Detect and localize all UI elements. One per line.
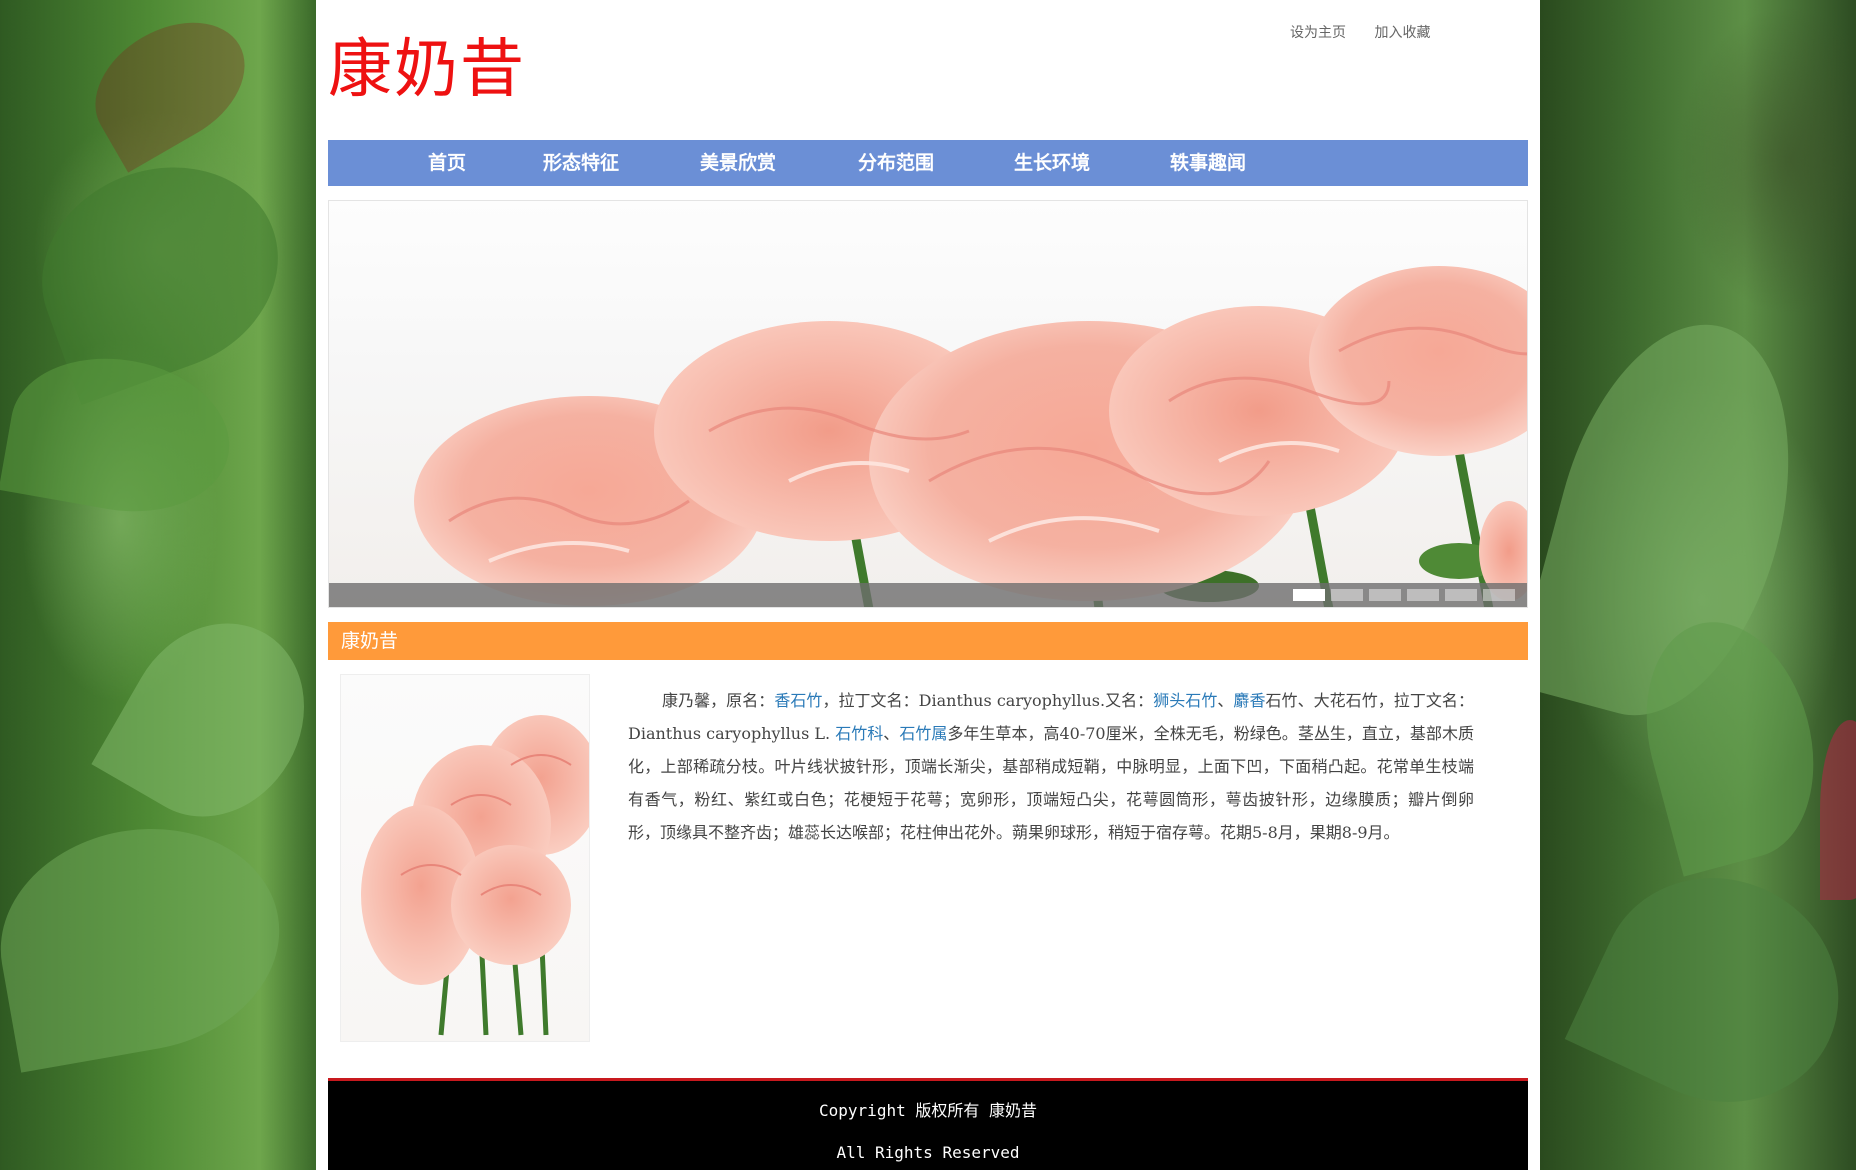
footer: Copyright 版权所有 康奶昔 All Rights Reserved	[328, 1078, 1528, 1170]
add-favorite-link[interactable]: 加入收藏	[1374, 25, 1430, 41]
nav-item-anecdotes[interactable]: 轶事趣闻	[1170, 140, 1246, 186]
nav-item-morphology[interactable]: 形态特征	[543, 140, 619, 186]
link-xiangshizhu[interactable]: 香石竹	[774, 691, 822, 710]
article-text: 、	[883, 724, 900, 743]
article-text: 康乃馨，原名：	[662, 691, 775, 710]
page-container: 康奶昔 设为主页 加入收藏 首页 形态特征 美景欣赏 分布范围 生长环境 轶事趣…	[316, 0, 1540, 1170]
link-shitoushizhu[interactable]: 狮头石竹	[1153, 691, 1217, 710]
nav-item-home[interactable]: 首页	[428, 140, 466, 186]
carnation-banner-image	[414, 266, 1527, 607]
footer-copyright: Copyright 版权所有 康奶昔	[819, 1101, 1037, 1120]
slider-dots	[1293, 589, 1515, 601]
link-shizhushu[interactable]: 石竹属	[899, 724, 947, 743]
slider-dot-3[interactable]	[1369, 589, 1401, 601]
footer-rights: All Rights Reserved	[836, 1143, 1020, 1162]
nav-item-habitat[interactable]: 生长环境	[1014, 140, 1090, 186]
slider-dot-6[interactable]	[1483, 589, 1515, 601]
link-shexiang[interactable]: 麝香	[1233, 691, 1265, 710]
section-title: 康奶昔	[341, 630, 399, 652]
section-header: 康奶昔	[328, 622, 1528, 660]
top-links: 设为主页 加入收藏	[1290, 22, 1454, 42]
main-nav: 首页 形态特征 美景欣赏 分布范围 生长环境 轶事趣闻	[328, 140, 1528, 186]
article-text: 、	[1217, 691, 1234, 710]
nav-item-distribution[interactable]: 分布范围	[858, 140, 934, 186]
slider-caption-bar	[329, 583, 1527, 607]
article-body: 康乃馨，原名：香石竹，拉丁文名：Dianthus caryophyllus.又名…	[628, 684, 1474, 849]
site-logo[interactable]: 康奶昔	[328, 18, 526, 110]
carnation-thumbnail-image	[361, 715, 589, 1036]
article-text: ，拉丁文名：Dianthus caryophyllus.又名：	[822, 691, 1154, 710]
carnation-thumbnail	[340, 674, 590, 1042]
slider-dot-5[interactable]	[1445, 589, 1477, 601]
nav-item-gallery[interactable]: 美景欣赏	[700, 140, 776, 186]
slider-dot-1[interactable]	[1293, 589, 1325, 601]
slider-dot-2[interactable]	[1331, 589, 1363, 601]
slider-dot-4[interactable]	[1407, 589, 1439, 601]
link-shizhuke[interactable]: 石竹科	[835, 724, 883, 743]
banner-slider[interactable]	[328, 200, 1528, 608]
set-home-link[interactable]: 设为主页	[1290, 25, 1346, 41]
